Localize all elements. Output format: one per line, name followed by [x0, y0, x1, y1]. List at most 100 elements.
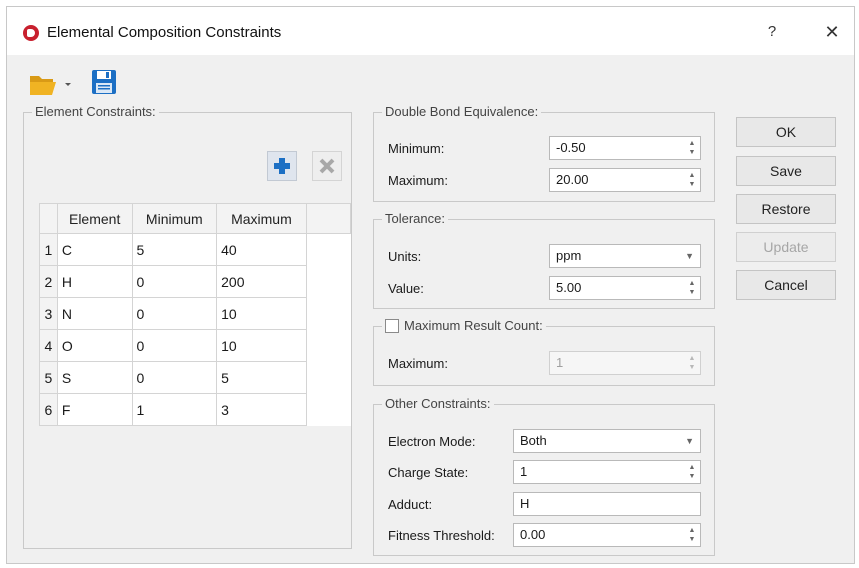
tolerance-group: Tolerance: Units: ppm ▼ Value: 5.00 ▲ ▼: [373, 211, 715, 309]
spinner-arrows-icon[interactable]: ▲ ▼: [686, 526, 698, 544]
cell-maximum[interactable]: 10: [216, 297, 307, 330]
max-result-checkbox[interactable]: [385, 319, 399, 333]
electron-mode-label: Electron Mode:: [388, 434, 476, 449]
table-row[interactable]: 1 C 5 40: [39, 233, 351, 266]
max-result-label: Maximum:: [388, 356, 448, 371]
plus-icon: [274, 158, 290, 174]
row-number: 3: [39, 297, 58, 330]
tolerance-value-spinbox[interactable]: 5.00 ▲ ▼: [549, 276, 701, 300]
column-header-maximum[interactable]: Maximum: [216, 203, 307, 234]
fitness-threshold-label: Fitness Threshold:: [388, 528, 495, 543]
dbe-min-spinbox[interactable]: -0.50 ▲ ▼: [549, 136, 701, 160]
max-result-spinbox[interactable]: 1 ▲ ▼: [549, 351, 701, 375]
max-result-group: Maximum Result Count: Maximum: 1 ▲ ▼: [373, 318, 715, 386]
tolerance-units-value: ppm: [556, 248, 582, 263]
adduct-input[interactable]: H: [513, 492, 701, 516]
row-number: 2: [39, 265, 58, 298]
save-floppy-icon: [92, 70, 116, 94]
chevron-down-icon: ▼: [685, 251, 694, 261]
table-row[interactable]: 2 H 0 200: [39, 265, 351, 298]
help-button[interactable]: ?: [762, 21, 782, 43]
spinner-arrows-icon[interactable]: ▲ ▼: [686, 171, 698, 189]
chevron-down-icon: ▼: [685, 436, 694, 446]
table-corner: [39, 203, 58, 234]
app-logo-icon: [23, 25, 39, 41]
charge-state-spinbox[interactable]: 1 ▲ ▼: [513, 460, 701, 484]
row-number: 4: [39, 329, 58, 362]
save-button[interactable]: Save: [736, 156, 836, 186]
table-row[interactable]: 3 N 0 10: [39, 297, 351, 330]
fitness-threshold-spinbox[interactable]: 0.00 ▲ ▼: [513, 523, 701, 547]
cell-element[interactable]: H: [56, 265, 133, 298]
column-header-element[interactable]: Element: [56, 203, 133, 234]
window-title: Elemental Composition Constraints: [47, 24, 282, 41]
spinner-arrows-icon[interactable]: ▲ ▼: [686, 139, 698, 157]
save-file-button[interactable]: [91, 69, 117, 95]
max-result-header: Maximum Result Count:: [382, 318, 546, 333]
add-constraint-button[interactable]: [267, 151, 297, 181]
electron-mode-select[interactable]: Both ▼: [513, 429, 701, 453]
tolerance-units-label: Units:: [388, 249, 422, 264]
tolerance-title: Tolerance:: [382, 211, 448, 226]
cell-element[interactable]: S: [56, 361, 133, 394]
folder-open-icon: [30, 76, 71, 95]
cell-minimum[interactable]: 0: [131, 329, 218, 362]
column-header-filler: [305, 203, 352, 234]
row-number: 6: [39, 393, 58, 426]
cell-maximum[interactable]: 40: [216, 233, 307, 266]
dbe-max-spinbox[interactable]: 20.00 ▲ ▼: [549, 168, 701, 192]
spinner-arrows-icon[interactable]: ▲ ▼: [686, 354, 698, 372]
cell-maximum[interactable]: 3: [216, 393, 307, 426]
title-bar: Elemental Composition Constraints ? ✕: [7, 7, 854, 55]
other-constraints-title: Other Constraints:: [382, 396, 494, 411]
cancel-button[interactable]: Cancel: [736, 270, 836, 300]
dialog-window: Elemental Composition Constraints ? ✕ El…: [6, 6, 855, 564]
dbe-max-value: 20.00: [556, 172, 589, 187]
cell-element[interactable]: N: [56, 297, 133, 330]
fitness-threshold-value: 0.00: [520, 527, 546, 542]
dbe-min-value: -0.50: [556, 140, 586, 155]
x-icon: [319, 158, 335, 174]
adduct-label: Adduct:: [388, 497, 433, 512]
tolerance-value: 5.00: [556, 280, 582, 295]
cell-element[interactable]: C: [56, 233, 133, 266]
spinner-arrows-icon[interactable]: ▲ ▼: [686, 463, 698, 481]
element-table: Element Minimum Maximum 1 C 5 40 2 H 0 2…: [39, 203, 352, 426]
cell-element[interactable]: F: [56, 393, 133, 426]
cell-element[interactable]: O: [56, 329, 133, 362]
charge-state-label: Charge State:: [388, 465, 469, 480]
cell-maximum[interactable]: 200: [216, 265, 307, 298]
tolerance-value-label: Value:: [388, 281, 424, 296]
max-result-value: 1: [556, 355, 564, 370]
dbe-min-label: Minimum:: [388, 141, 445, 156]
cell-maximum[interactable]: 5: [216, 361, 307, 394]
charge-state-value: 1: [520, 464, 528, 479]
column-header-minimum[interactable]: Minimum: [131, 203, 218, 234]
cell-minimum[interactable]: 1: [131, 393, 218, 426]
open-file-button[interactable]: [29, 71, 71, 95]
cell-minimum[interactable]: 0: [131, 361, 218, 394]
restore-button[interactable]: Restore: [736, 194, 836, 224]
other-constraints-group: Other Constraints: Electron Mode: Both ▼…: [373, 396, 715, 556]
electron-mode-value: Both: [520, 433, 547, 448]
dbe-group: Double Bond Equivalence: Minimum: -0.50 …: [373, 104, 715, 202]
ok-button[interactable]: OK: [736, 117, 836, 147]
table-row[interactable]: 6 F 1 3: [39, 393, 351, 426]
close-button[interactable]: ✕: [819, 21, 845, 43]
update-button[interactable]: Update: [736, 232, 836, 262]
remove-constraint-button[interactable]: [312, 151, 342, 181]
spinner-arrows-icon[interactable]: ▲ ▼: [686, 279, 698, 297]
dbe-max-label: Maximum:: [388, 173, 448, 188]
element-constraints-group: Element Constraints: Element Minimum Max…: [23, 104, 352, 549]
cell-minimum[interactable]: 5: [131, 233, 218, 266]
row-number: 5: [39, 361, 58, 394]
max-result-title: Maximum Result Count:: [404, 318, 543, 333]
cell-minimum[interactable]: 0: [131, 297, 218, 330]
cell-maximum[interactable]: 10: [216, 329, 307, 362]
tolerance-units-select[interactable]: ppm ▼: [549, 244, 701, 268]
row-number: 1: [39, 233, 58, 266]
table-row[interactable]: 4 O 0 10: [39, 329, 351, 362]
table-row[interactable]: 5 S 0 5: [39, 361, 351, 394]
dropdown-caret-icon: [65, 83, 71, 86]
cell-minimum[interactable]: 0: [131, 265, 218, 298]
